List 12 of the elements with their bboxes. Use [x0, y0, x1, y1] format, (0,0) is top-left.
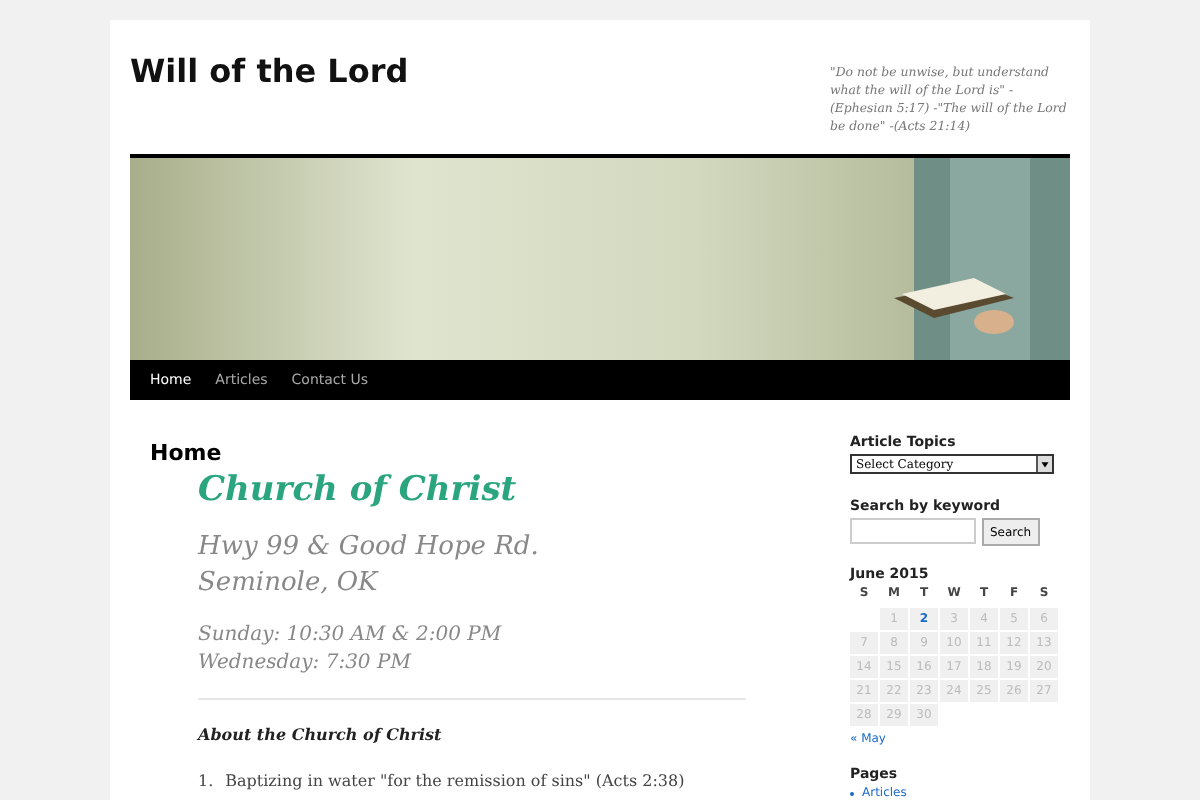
address-line: Hwy 99 & Good Hope Rd.: [198, 530, 541, 566]
list-text: Baptizing in water "for the remission of sins" (Acts 2:38): [225, 772, 685, 790]
dropdown-arrow-icon: [1036, 456, 1052, 472]
search-field[interactable]: [850, 518, 976, 544]
service-time: Sunday: 10:30 AM & 2:00 PM: [198, 622, 504, 650]
church-heading: Church of Christ: [198, 470, 519, 510]
address-line: Seminole, OK: [198, 566, 381, 602]
service-time: Wednesday: 7:30 PM: [198, 650, 414, 678]
section-heading: About the Church of Christ: [198, 724, 444, 744]
page-title: Home: [150, 440, 224, 466]
list-number: 1.: [198, 772, 214, 790]
site-title[interactable]: Will of the Lord: [130, 48, 409, 154]
